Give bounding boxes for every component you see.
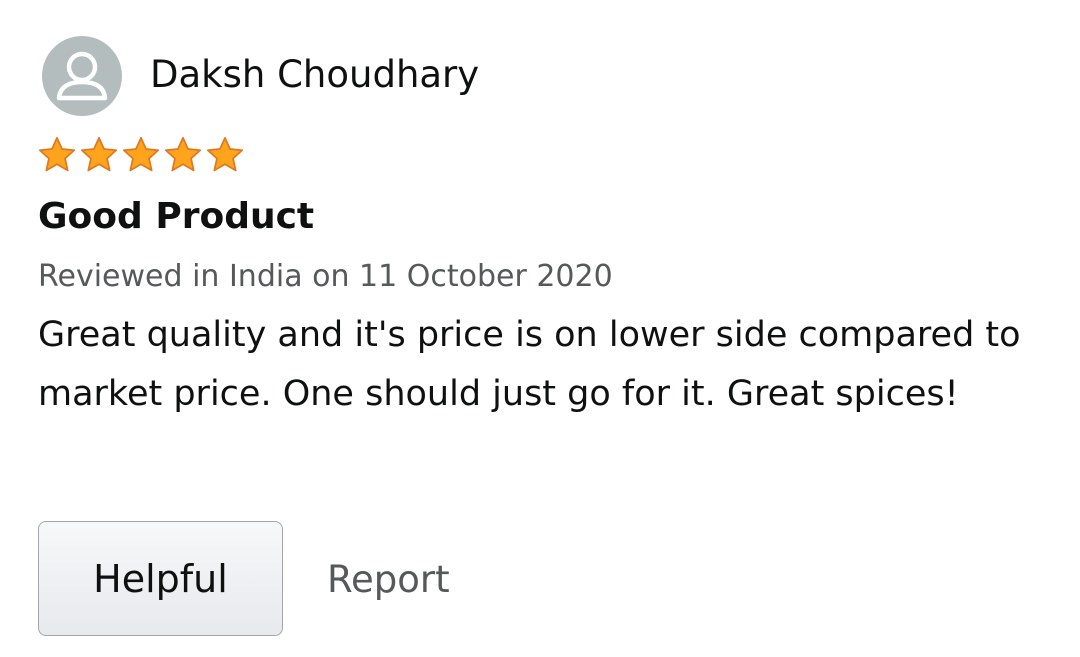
star-filled-icon [80,136,118,172]
review-title: Good Product [38,196,315,237]
star-filled-icon [164,136,202,172]
review-card: Daksh Choudhary Good Product Reviewed in… [0,0,1080,657]
star-filled-icon [38,136,76,172]
star-filled-icon [122,136,160,172]
report-link[interactable]: Report [327,555,450,605]
helpful-button[interactable]: Helpful [38,521,283,636]
star-rating [36,134,246,176]
star-filled-icon [206,136,244,172]
avatar [42,36,122,116]
review-body: Great quality and it's price is on lower… [38,315,1021,414]
user-silhouette-icon [56,51,108,101]
review-date: Reviewed in India on 11 October 2020 [38,259,613,294]
reviewer-name[interactable]: Daksh Choudhary [150,51,479,99]
